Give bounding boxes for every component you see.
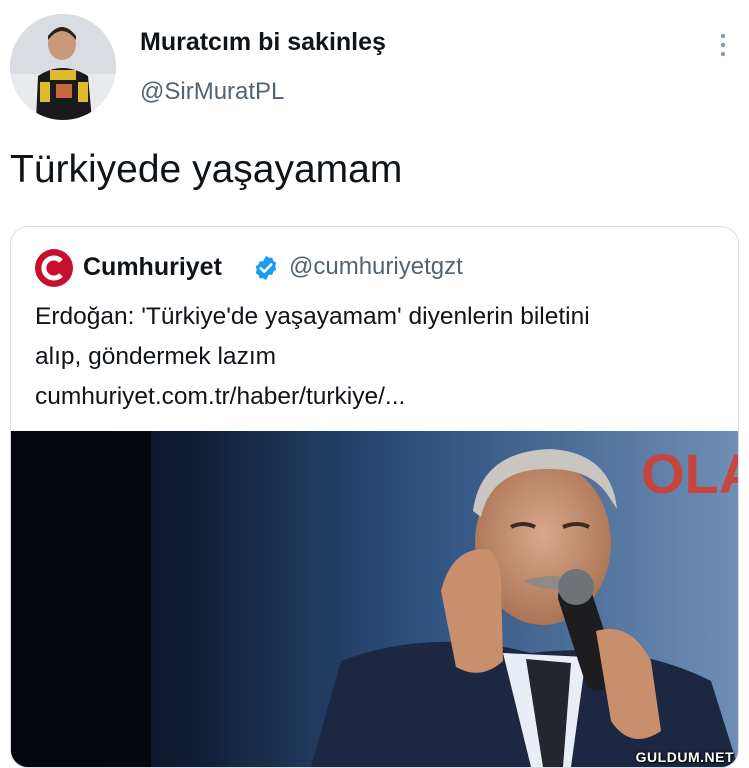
avatar-image [10,14,116,120]
quoted-link[interactable]: cumhuriyet.com.tr/haber/turkiye/... [35,377,725,417]
photo-image: OLA [11,431,738,767]
quoted-tweet-text: Erdoğan: 'Türkiye'de yaşayamam' diyenler… [35,297,725,417]
backdrop-text: OLA [641,442,738,505]
more-vertical-icon[interactable] [712,30,734,60]
quoted-tweet-photo[interactable]: OLA GULDUM.NET [11,431,738,767]
verified-badge-icon [252,254,280,282]
author-handle[interactable]: @SirMuratPL [140,78,284,106]
quoted-author-name[interactable]: Cumhuriyet [83,253,222,282]
quoted-tweet-card[interactable]: Cumhuriyet @cumhuriyetgzt Erdoğan: 'Türk… [10,226,739,768]
cumhuriyet-logo-icon [35,249,73,287]
watermark: GULDUM.NET [635,749,734,765]
tweet-text: Türkiyede yaşayamam [10,148,403,191]
quoted-text-line: alıp, göndermek lazım [35,343,277,370]
author-avatar[interactable] [10,14,116,120]
quoted-text-line: Erdoğan: 'Türkiye'de yaşayamam' diyenler… [35,303,590,330]
quoted-author-handle[interactable]: @cumhuriyetgzt [289,253,463,281]
author-name[interactable]: Muratcım bi sakinleş [140,28,386,57]
